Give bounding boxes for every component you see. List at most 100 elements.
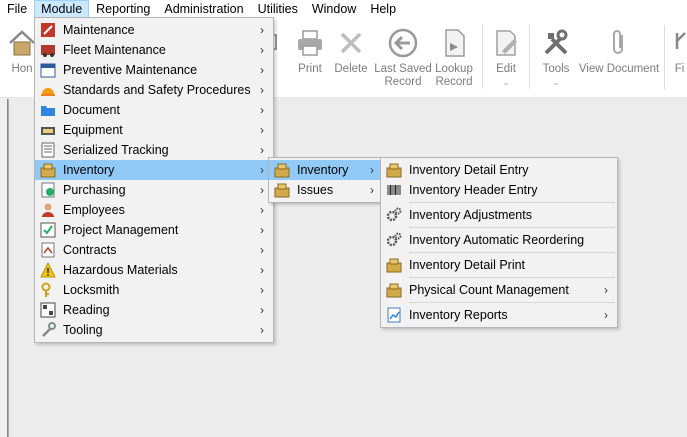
wrench-icon: [39, 322, 57, 338]
find-button[interactable]: Fi: [672, 27, 687, 76]
menu-item-preventive-maintenance[interactable]: Preventive Maintenance ›: [35, 60, 273, 80]
submenu-arrow-icon: ›: [604, 283, 608, 297]
printer-icon: [298, 30, 322, 56]
lookup-record-button[interactable]: Lookup Record: [434, 27, 474, 89]
menu-item-document[interactable]: Document ›: [35, 100, 273, 120]
edit-dropdown-icon: ⌄: [502, 77, 510, 87]
menu-item-inventory[interactable]: Inventory ›: [35, 160, 273, 180]
menu-item-inventory-detail-entry[interactable]: Inventory Detail Entry: [381, 160, 617, 180]
submenu-arrow-icon: ›: [260, 203, 264, 217]
menu-divider: [409, 277, 615, 278]
purchasing-icon: [39, 182, 57, 198]
submenu-arrow-icon: ›: [260, 83, 264, 97]
last-saved-record-button[interactable]: Last Saved Record: [372, 27, 434, 89]
submenu-arrow-icon: ›: [260, 183, 264, 197]
menu-divider: [409, 302, 615, 303]
print-button[interactable]: Print: [292, 27, 328, 76]
menu-item-reading[interactable]: Reading ›: [35, 300, 273, 320]
inventory-submenu: Inventory Detail Entry Inventory Header …: [380, 157, 618, 328]
menu-item-inventory-sub[interactable]: Inventory ›: [269, 160, 383, 180]
issues-icon: [273, 182, 291, 198]
submenu-arrow-icon: ›: [260, 263, 264, 277]
gears-icon: [385, 232, 403, 248]
submenu-arrow-icon: ›: [260, 323, 264, 337]
tools-icon: [544, 29, 568, 55]
maintenance-icon: [39, 22, 57, 38]
gears-icon: [385, 207, 403, 223]
menu-item-inventory-adjustments[interactable]: Inventory Adjustments: [381, 205, 617, 225]
menu-item-inventory-automatic-reordering[interactable]: Inventory Automatic Reordering: [381, 230, 617, 250]
submenu-arrow-icon: ›: [260, 143, 264, 157]
menu-item-equipment[interactable]: Equipment ›: [35, 120, 273, 140]
menu-item-purchasing[interactable]: Purchasing ›: [35, 180, 273, 200]
menu-item-physical-count-management[interactable]: Physical Count Management ›: [381, 280, 617, 300]
menu-item-contracts[interactable]: Contracts ›: [35, 240, 273, 260]
menu-item-hazardous-materials[interactable]: Hazardous Materials ›: [35, 260, 273, 280]
submenu-arrow-icon: ›: [260, 283, 264, 297]
barcode-icon: [385, 182, 403, 198]
submenu-arrow-icon: ›: [260, 43, 264, 57]
menu-item-serialized-tracking[interactable]: Serialized Tracking ›: [35, 140, 273, 160]
paperclip-icon: [613, 30, 623, 54]
submenu-arrow-icon: ›: [260, 63, 264, 77]
equipment-icon: [39, 122, 57, 138]
reading-icon: [39, 302, 57, 318]
report-icon: [385, 307, 403, 323]
submenu-arrow-icon: ›: [260, 103, 264, 117]
toolbar-separator: [664, 25, 665, 89]
submenu-arrow-icon: ›: [260, 223, 264, 237]
menu-item-issues[interactable]: Issues ›: [269, 180, 383, 200]
menu-item-inventory-detail-print[interactable]: Inventory Detail Print: [381, 255, 617, 275]
project-icon: [39, 222, 57, 238]
delete-button[interactable]: Delete: [332, 27, 370, 76]
fleet-icon: [39, 42, 57, 58]
inventory-box-icon: [385, 162, 403, 178]
tools-dropdown-icon: ⌄: [552, 77, 560, 87]
menu-file[interactable]: File: [0, 0, 34, 19]
inventory-box-icon: [385, 257, 403, 273]
menu-item-maintenance[interactable]: Maintenance ›: [35, 20, 273, 40]
menu-item-employees[interactable]: Employees ›: [35, 200, 273, 220]
menu-item-locksmith[interactable]: Locksmith ›: [35, 280, 273, 300]
submenu-arrow-icon: ›: [260, 303, 264, 317]
keys-icon: [39, 282, 57, 298]
toolbar-separator: [529, 25, 530, 89]
warning-icon: [39, 262, 57, 278]
toolbar-separator: [482, 25, 483, 89]
submenu-arrow-icon: ›: [370, 163, 374, 177]
submenu-arrow-icon: ›: [260, 243, 264, 257]
calendar-icon: [39, 62, 57, 78]
menu-divider: [409, 202, 615, 203]
back-arrow-icon: [388, 28, 418, 58]
menu-window[interactable]: Window: [305, 0, 363, 19]
employee-icon: [39, 202, 57, 218]
edit-pencil-icon: [496, 30, 517, 56]
folder-icon: [39, 102, 57, 118]
edit-button[interactable]: Edit ⌄: [488, 27, 524, 89]
tracking-icon: [39, 142, 57, 158]
menu-item-project-management[interactable]: Project Management ›: [35, 220, 273, 240]
submenu-arrow-icon: ›: [260, 23, 264, 37]
menu-item-standards-safety[interactable]: Standards and Safety Procedures ›: [35, 80, 273, 100]
inventory-menu: Inventory › Issues ›: [268, 157, 384, 203]
menu-item-inventory-header-entry[interactable]: Inventory Header Entry: [381, 180, 617, 200]
menu-item-fleet-maintenance[interactable]: Fleet Maintenance ›: [35, 40, 273, 60]
find-icon: [675, 32, 686, 49]
delete-x-icon: [340, 32, 362, 54]
inventory-icon: [273, 162, 291, 178]
menu-divider: [409, 252, 615, 253]
menu-item-tooling[interactable]: Tooling ›: [35, 320, 273, 340]
submenu-arrow-icon: ›: [604, 308, 608, 322]
lookup-icon: [445, 29, 465, 57]
view-document-button[interactable]: View Document: [578, 27, 660, 76]
module-menu: Maintenance › Fleet Maintenance › Preven…: [34, 17, 274, 343]
hardhat-icon: [39, 82, 57, 98]
tools-button[interactable]: Tools ⌄: [536, 27, 576, 89]
submenu-arrow-icon: ›: [260, 123, 264, 137]
submenu-arrow-icon: ›: [370, 183, 374, 197]
menu-item-inventory-reports[interactable]: Inventory Reports ›: [381, 305, 617, 325]
submenu-arrow-icon: ›: [260, 163, 264, 177]
inventory-icon: [39, 162, 57, 178]
menu-help[interactable]: Help: [363, 0, 403, 19]
inventory-box-icon: [385, 282, 403, 298]
